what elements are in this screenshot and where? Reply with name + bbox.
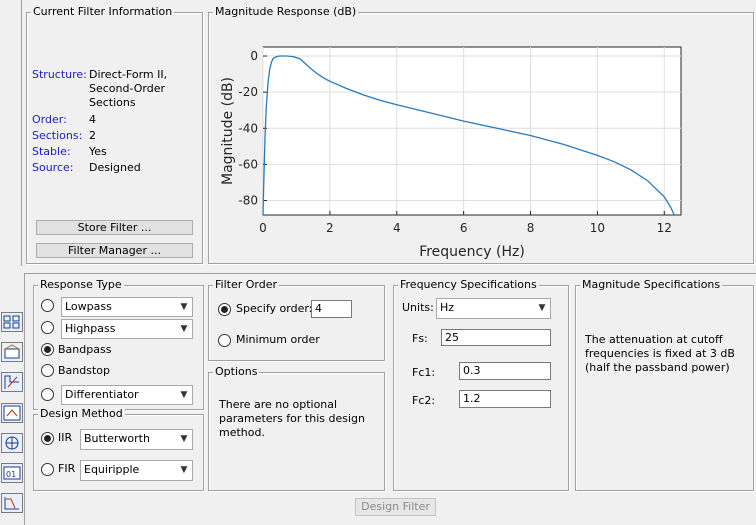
- units-popup[interactable]: Hz ▼: [436, 298, 551, 319]
- y-tick-label: -40: [238, 121, 258, 135]
- design-filter-button[interactable]: Design Filter: [355, 498, 436, 516]
- y-tick-label: 0: [250, 49, 258, 63]
- differentiator-label: Differentiator: [65, 388, 139, 401]
- order-value: 4: [89, 113, 96, 126]
- chevron-down-icon: ▼: [180, 434, 188, 444]
- specify-order-radio[interactable]: [218, 303, 231, 316]
- chevron-down-icon: ▼: [180, 324, 188, 334]
- fc2-input[interactable]: 1.2: [459, 390, 551, 408]
- specify-order-label[interactable]: Specify order:: [236, 302, 312, 316]
- source-value: Designed: [89, 161, 141, 174]
- stable-value: Yes: [89, 145, 107, 158]
- chevron-down-icon: ▼: [538, 303, 546, 313]
- fir-label[interactable]: FIR: [58, 462, 75, 476]
- source-label: Source:: [32, 161, 74, 174]
- units-label: Units:: [402, 301, 434, 314]
- filter-order-legend: Filter Order: [213, 278, 279, 292]
- chevron-down-icon: ▼: [180, 390, 188, 400]
- import-filter-icon[interactable]: 01: [1, 463, 23, 483]
- highpass-popup[interactable]: Highpass ▼: [61, 319, 193, 339]
- response-type-legend: Response Type: [38, 278, 124, 292]
- magnitude-response-panel: Magnitude Response (dB) 0 2 4 6 8 10 12 0 -20 -40…: [208, 5, 754, 264]
- y-tick-label: -80: [238, 194, 258, 208]
- order-input[interactable]: 4: [311, 300, 352, 318]
- bandpass-label[interactable]: Bandpass: [58, 343, 111, 357]
- design-filter-icon[interactable]: [1, 493, 23, 513]
- filter-structure-icon[interactable]: [1, 312, 23, 332]
- pole-zero-editor-icon[interactable]: [1, 342, 23, 362]
- frequency-specs-legend: Frequency Specifications: [398, 278, 539, 292]
- differentiator-radio[interactable]: [41, 388, 54, 401]
- transform-filter-icon[interactable]: [1, 372, 23, 392]
- iir-method-value: Butterworth: [84, 432, 150, 445]
- filter-order-group: Filter Order: [208, 278, 385, 361]
- lowpass-radio[interactable]: [41, 299, 54, 312]
- y-tick-label: -60: [238, 157, 258, 171]
- svg-text:01: 01: [6, 470, 16, 479]
- fir-method-value: Equiripple: [84, 463, 140, 476]
- stable-label: Stable:: [32, 145, 71, 158]
- magnitude-specs-group: Magnitude Specifications: [575, 278, 754, 491]
- structure-value: Direct-Form II, Second-Order Sections: [89, 68, 168, 109]
- x-tick-label: 0: [259, 221, 267, 235]
- bandstop-label[interactable]: Bandstop: [58, 364, 110, 378]
- fc2-label: Fc2:: [412, 394, 436, 407]
- x-tick-label: 10: [590, 221, 605, 235]
- y-tick-label: -20: [238, 85, 258, 99]
- fs-input[interactable]: 25: [441, 329, 551, 346]
- multirate-filter-icon[interactable]: [1, 433, 23, 453]
- highpass-radio[interactable]: [41, 321, 54, 334]
- fs-label: Fs:: [412, 332, 428, 345]
- store-filter-button[interactable]: Store Filter ...: [36, 220, 193, 235]
- current-filter-legend: Current Filter Information: [31, 5, 175, 19]
- y-axis-label: Magnitude (dB): [220, 77, 236, 185]
- lowpass-label: Lowpass: [65, 300, 112, 313]
- chevron-down-icon: ▼: [180, 302, 188, 312]
- x-tick-label: 12: [657, 221, 672, 235]
- design-method-legend: Design Method: [38, 407, 125, 421]
- lowpass-popup[interactable]: Lowpass ▼: [61, 297, 193, 317]
- fir-method-popup[interactable]: Equiripple ▼: [80, 460, 193, 481]
- plot-area: [262, 46, 682, 216]
- iir-radio[interactable]: [41, 432, 54, 445]
- bandstop-radio[interactable]: [41, 364, 54, 377]
- x-tick-label: 2: [326, 221, 334, 235]
- iir-label[interactable]: IIR: [58, 431, 72, 445]
- fir-radio[interactable]: [41, 463, 54, 476]
- minimum-order-label[interactable]: Minimum order: [236, 333, 320, 347]
- differentiator-popup[interactable]: Differentiator ▼: [61, 385, 193, 405]
- x-tick-label: 4: [393, 221, 401, 235]
- x-tick-label: 8: [527, 221, 535, 235]
- highpass-label: Highpass: [65, 322, 116, 335]
- magnitude-specs-legend: Magnitude Specifications: [580, 278, 723, 292]
- top-left-edge: [0, 0, 22, 266]
- magnitude-chart[interactable]: 0 2 4 6 8 10 12 0 -20 -40 -60 -80 Frequency (Hz) Ma…: [209, 13, 753, 263]
- chevron-down-icon: ▼: [180, 465, 188, 475]
- bandpass-radio[interactable]: [41, 343, 54, 356]
- filter-manager-button[interactable]: Filter Manager ...: [36, 243, 193, 258]
- fc1-input[interactable]: 0.3: [459, 362, 551, 380]
- x-tick-label: 6: [460, 221, 468, 235]
- structure-label: Structure:: [32, 68, 87, 81]
- options-text: There are no optional parameters for thi…: [219, 398, 365, 439]
- iir-method-popup[interactable]: Butterworth ▼: [80, 429, 193, 450]
- x-axis-label: Frequency (Hz): [419, 244, 525, 260]
- options-legend: Options: [213, 365, 260, 379]
- magnitude-specs-text: The attenuation at cutoff frequencies is…: [585, 333, 735, 374]
- fc1-label: Fc1:: [412, 366, 436, 379]
- order-label: Order:: [32, 113, 67, 126]
- realize-model-icon[interactable]: [1, 403, 23, 423]
- sections-value: 2: [89, 129, 96, 142]
- sections-label: Sections:: [32, 129, 83, 142]
- minimum-order-radio[interactable]: [218, 334, 231, 347]
- units-value: Hz: [440, 301, 455, 314]
- current-filter-panel: Current Filter Information Structure: Di…: [26, 5, 203, 264]
